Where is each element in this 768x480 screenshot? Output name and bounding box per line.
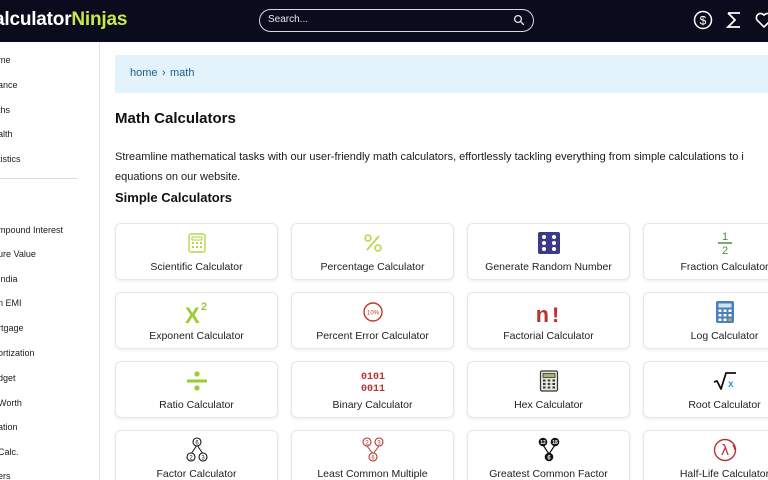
svg-text:$: $ <box>700 14 707 28</box>
card-label: Percent Error Calculator <box>316 330 429 342</box>
intro-line-1: Streamline mathematical tasks with our u… <box>115 151 744 163</box>
breadcrumb-separator: › <box>162 67 166 79</box>
lcm-icon: 2 3 6 <box>361 437 384 462</box>
svg-text:n!: n! <box>535 304 561 325</box>
card-label: Generate Random Number <box>485 261 612 273</box>
card-label: Hex Calculator <box>514 399 583 411</box>
sidebar-item-compound-interest[interactable]: mpound Interest <box>0 225 63 235</box>
top-header: alculatorNinjas Search... $ <box>0 0 768 42</box>
page-title: Math Calculators <box>115 110 236 127</box>
scientific-calculator-icon <box>187 233 206 253</box>
sidebar-item-health[interactable]: alth <box>0 129 13 139</box>
breadcrumb: home › math <box>115 55 768 93</box>
sidebar-item-mortgage[interactable]: rtgage <box>0 323 24 333</box>
card-fraction-calculator[interactable]: 1 2 Fraction Calculator <box>643 223 768 280</box>
card-ratio-calculator[interactable]: Ratio Calculator <box>115 361 278 418</box>
svg-text:2: 2 <box>201 301 207 313</box>
exponent-icon: X 2 <box>185 301 207 325</box>
sidebar-item-budget[interactable]: dget <box>0 373 16 383</box>
card-percentage-calculator[interactable]: Percentage Calculator <box>291 223 454 280</box>
divide-icon <box>186 371 207 391</box>
card-label: Exponent Calculator <box>149 330 244 342</box>
svg-text:λ: λ <box>720 443 728 459</box>
card-label: Percentage Calculator <box>320 261 425 273</box>
card-greatest-common-factor[interactable]: 12 18 6 Greatest Common Factor <box>467 430 630 480</box>
svg-text:X: X <box>185 303 200 325</box>
card-label: Greatest Common Factor <box>489 468 608 480</box>
factor-tree-icon: 6 2 3 <box>185 437 208 462</box>
card-label: Ratio Calculator <box>159 399 234 411</box>
heart-icon[interactable] <box>754 10 768 30</box>
card-root-calculator[interactable]: x Root Calculator <box>643 361 768 418</box>
card-binary-calculator[interactable]: 0101 0011 Binary Calculator <box>291 361 454 418</box>
svg-text:12: 12 <box>540 440 546 446</box>
sidebar-item-finance[interactable]: ance <box>0 80 18 90</box>
gcf-icon: 12 18 6 <box>538 437 559 462</box>
search-input[interactable]: Search... <box>259 9 534 32</box>
svg-text:1: 1 <box>721 231 727 243</box>
card-exponent-calculator[interactable]: X 2 Exponent Calculator <box>115 292 278 349</box>
hex-calculator-icon <box>539 370 558 392</box>
factorial-icon: n! <box>535 304 561 325</box>
card-label: Binary Calculator <box>332 399 413 411</box>
dice-icon <box>537 232 560 254</box>
card-half-life-calculator[interactable]: λ Half-Life Calculator <box>643 430 768 480</box>
square-root-icon: x <box>713 372 736 390</box>
card-label: Half-Life Calculator <box>679 468 768 480</box>
card-percent-error-calculator[interactable]: 10% Percent Error Calculator <box>291 292 454 349</box>
card-label: Factor Calculator <box>156 468 237 480</box>
card-factorial-calculator[interactable]: n! Factorial Calculator <box>467 292 630 349</box>
sidebar-item-inflation[interactable]: ation <box>0 422 18 432</box>
sigma-icon[interactable] <box>724 10 744 30</box>
percent-icon <box>363 234 382 252</box>
svg-text:2: 2 <box>721 245 727 256</box>
sidebar-item-emi[interactable]: n EMI <box>0 298 22 308</box>
sidebar-item-others[interactable]: ers <box>0 471 11 480</box>
svg-text:18: 18 <box>552 440 558 446</box>
svg-text:0101: 0101 <box>360 372 384 383</box>
sidebar-item-statistics[interactable]: tistics <box>0 154 21 164</box>
logo-text-primary: alculator <box>0 9 72 30</box>
card-label: Root Calculator <box>688 399 761 411</box>
breadcrumb-home-link[interactable]: home <box>130 67 158 79</box>
section-title: Simple Calculators <box>115 190 233 205</box>
card-label: Log Calculator <box>690 330 759 342</box>
logo-text-accent: Ninjas <box>71 9 128 30</box>
site-logo[interactable]: alculatorNinjas <box>0 9 127 31</box>
breadcrumb-current[interactable]: math <box>170 67 194 79</box>
search-icon[interactable] <box>513 14 525 26</box>
sidebar-divider <box>0 178 77 179</box>
sidebar-item-future-value[interactable]: ure Value <box>0 249 36 259</box>
card-random-number[interactable]: Generate Random Number <box>467 223 630 280</box>
sidebar-item-calc[interactable]: Calc. <box>0 447 19 457</box>
card-log-calculator[interactable]: Log Calculator <box>643 292 768 349</box>
svg-text:10%: 10% <box>366 311 379 317</box>
card-hex-calculator[interactable]: Hex Calculator <box>467 361 630 418</box>
intro-line-2: equations on our website. <box>115 171 241 183</box>
fraction-icon: 1 2 <box>717 231 732 256</box>
card-label: Scientific Calculator <box>150 261 243 273</box>
sidebar-item-home[interactable]: me <box>0 55 11 65</box>
intro-text: Streamline mathematical tasks with our u… <box>115 147 768 187</box>
svg-text:x: x <box>728 379 734 390</box>
card-least-common-multiple[interactable]: 2 3 6 Least Common Multiple <box>291 430 454 480</box>
sidebar-item-amortization[interactable]: ortization <box>0 348 35 358</box>
log-calculator-icon <box>715 301 734 323</box>
binary-icon: 0101 0011 <box>360 372 384 394</box>
search-placeholder: Search... <box>268 14 309 25</box>
sidebar-item-maths[interactable]: ths <box>0 105 10 115</box>
card-scientific-calculator[interactable]: Scientific Calculator <box>115 223 278 280</box>
percent-error-icon: 10% <box>362 302 383 322</box>
sidebar-item-india[interactable]: India <box>0 274 18 284</box>
sidebar: me ance ths alth tistics mpound Interest… <box>0 42 100 480</box>
card-factor-calculator[interactable]: 6 2 3 Factor Calculator <box>115 430 278 480</box>
card-label: Fraction Calculator <box>680 261 768 273</box>
card-label: Factorial Calculator <box>503 330 594 342</box>
card-label: Least Common Multiple <box>317 468 428 480</box>
sidebar-item-net-worth[interactable]: Worth <box>0 398 22 408</box>
svg-text:0011: 0011 <box>360 384 384 394</box>
dollar-icon[interactable]: $ <box>693 10 713 30</box>
lambda-icon: λ <box>713 438 736 462</box>
